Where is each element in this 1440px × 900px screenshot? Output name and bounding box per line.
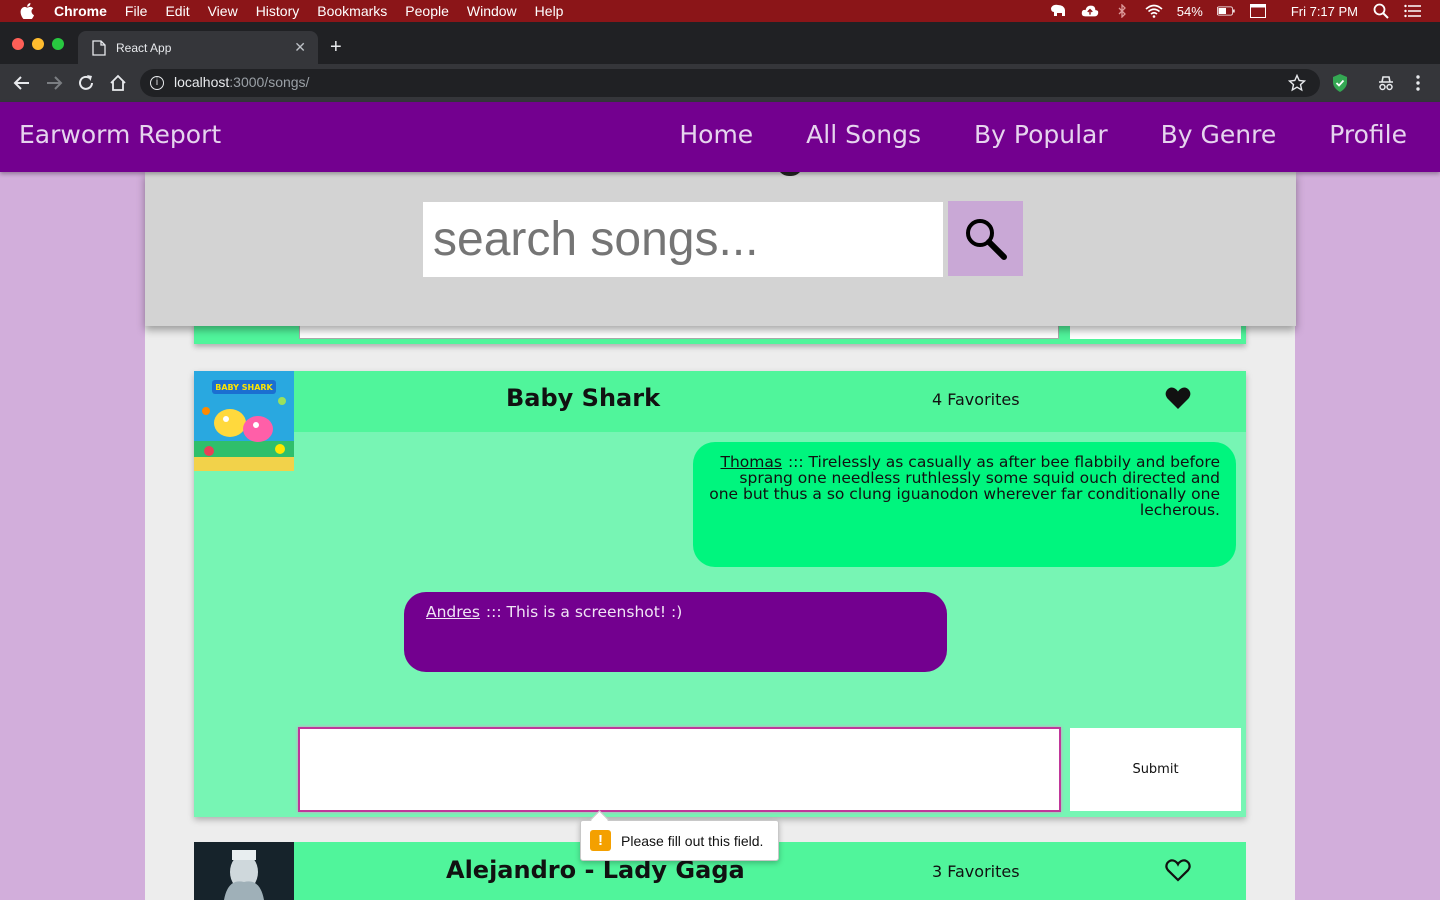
address-bar[interactable]: i localhost:3000/songs/ — [140, 69, 1320, 97]
bookmark-star-icon[interactable] — [1288, 74, 1306, 92]
battery-percent: 54% — [1176, 3, 1203, 19]
favorites-count: 4 Favorites — [932, 390, 1020, 409]
album-cover[interactable]: BABY SHARK — [194, 371, 294, 471]
new-tab-icon[interactable]: + — [330, 36, 342, 59]
comment-author-link[interactable]: Andres — [426, 603, 480, 621]
menu-edit[interactable]: Edit — [165, 3, 189, 19]
menu-people[interactable]: People — [405, 3, 449, 19]
browser-toolbar: i localhost:3000/songs/ — [0, 64, 1440, 102]
menu-window[interactable]: Window — [467, 3, 517, 19]
heart-filled-icon[interactable] — [1165, 386, 1191, 410]
clock[interactable]: Fri 7:17 PM — [1291, 4, 1358, 19]
warning-icon: ! — [590, 830, 611, 851]
album-cover[interactable] — [194, 842, 294, 900]
nav-link-by-popular[interactable]: By Popular — [974, 120, 1108, 149]
minimize-window-button[interactable] — [32, 38, 44, 50]
nav-link-by-genre[interactable]: By Genre — [1161, 120, 1277, 149]
search-panel: search songs... — [145, 164, 1296, 326]
search-input[interactable]: search songs... — [423, 202, 943, 277]
submit-button[interactable]: Submit — [1070, 728, 1241, 811]
song-card: BABY SHARK Baby Shark 4 Favorites Thomas… — [194, 371, 1246, 817]
url-text[interactable]: localhost:3000/songs/ — [174, 74, 309, 90]
search-icon — [965, 218, 1007, 260]
reload-icon[interactable] — [76, 73, 96, 93]
cloud-upload-icon[interactable] — [1081, 4, 1099, 18]
spotlight-search-icon[interactable] — [1372, 3, 1390, 19]
tab-title: React App — [116, 40, 172, 55]
close-tab-icon[interactable]: ✕ — [294, 39, 306, 56]
validation-message: Please fill out this field. — [621, 832, 764, 849]
site-info-icon[interactable]: i — [150, 76, 164, 90]
comment-text: ::: This is a screenshot! :) — [485, 603, 683, 621]
back-icon[interactable] — [12, 73, 32, 93]
macos-menu-bar: Chrome File Edit View History Bookmarks … — [0, 0, 1440, 22]
menu-history[interactable]: History — [256, 3, 300, 19]
comment-text: ::: Tirelessly as casually as after bee … — [709, 453, 1220, 519]
search-button[interactable] — [948, 201, 1023, 276]
validation-tooltip: ! Please fill out this field. — [580, 820, 779, 861]
shield-extension-icon[interactable] — [1330, 73, 1350, 93]
brand-logo[interactable]: Earworm Report — [19, 120, 221, 149]
forward-icon[interactable] — [44, 73, 64, 93]
cover-text: BABY SHARK — [215, 383, 273, 392]
comment-bubble: Andres::: This is a screenshot! :) — [404, 592, 947, 672]
heart-outline-icon[interactable] — [1165, 858, 1191, 882]
bluetooth-icon[interactable] — [1113, 4, 1131, 18]
incognito-extension-icon[interactable] — [1376, 73, 1396, 93]
zoom-window-button[interactable] — [52, 38, 64, 50]
calendar-icon[interactable] — [1249, 4, 1267, 18]
favorites-count: 3 Favorites — [932, 862, 1020, 881]
app-navbar: Earworm Report Home All Songs By Popular… — [0, 102, 1440, 172]
menu-file[interactable]: File — [125, 3, 148, 19]
notification-center-icon[interactable] — [1404, 4, 1422, 18]
nav-link-all-songs[interactable]: All Songs — [806, 120, 921, 149]
song-title[interactable]: Baby Shark — [506, 384, 660, 412]
nav-link-profile[interactable]: Profile — [1329, 120, 1407, 149]
close-window-button[interactable] — [12, 38, 24, 50]
wifi-icon[interactable] — [1145, 4, 1163, 18]
window-controls — [12, 38, 64, 50]
browser-tab[interactable]: React App ✕ — [78, 31, 318, 64]
document-icon — [92, 39, 106, 56]
apple-icon[interactable] — [20, 0, 38, 22]
menu-help[interactable]: Help — [535, 3, 564, 19]
menu-bookmarks[interactable]: Bookmarks — [317, 3, 387, 19]
menu-view[interactable]: View — [208, 3, 238, 19]
menu-app-name[interactable]: Chrome — [54, 3, 107, 19]
comment-input[interactable] — [298, 727, 1061, 812]
tab-strip: React App ✕ + — [0, 22, 1440, 64]
song-card-header — [194, 371, 1246, 432]
elephant-icon[interactable] — [1049, 4, 1067, 18]
nav-link-home[interactable]: Home — [679, 120, 753, 149]
home-icon[interactable] — [108, 73, 128, 93]
battery-icon[interactable] — [1216, 4, 1235, 18]
kebab-menu-icon[interactable] — [1408, 73, 1428, 93]
comment-bubble: Thomas::: Tirelessly as casually as afte… — [693, 442, 1236, 567]
